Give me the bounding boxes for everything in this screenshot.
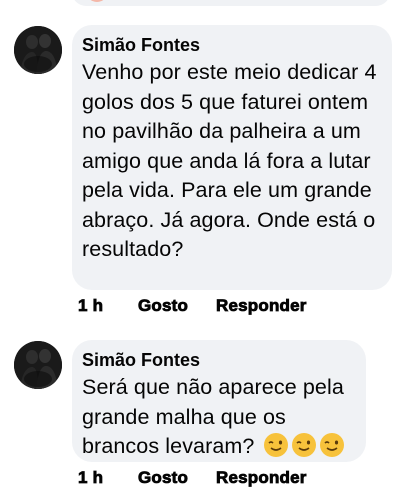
avatar[interactable]	[14, 26, 62, 74]
comment-actions: 1 h Gosto Responder	[78, 466, 307, 490]
comment-text: Será que não aparece pela grande malha q…	[82, 373, 352, 462]
winking-face-emoji-icon	[319, 433, 344, 457]
reply-button[interactable]: Responder	[216, 296, 307, 316]
comment-timestamp[interactable]: 1 h	[78, 468, 138, 488]
previous-emoji-fragment	[86, 0, 108, 2]
comment-bubble: Simão Fontes Será que não aparece pela g…	[72, 340, 366, 462]
profile-photo-icon	[14, 341, 62, 389]
comment-actions: 1 h Gosto Responder	[78, 294, 307, 318]
reply-button[interactable]: Responder	[216, 468, 307, 488]
comments-thread: Simão Fontes Venho por este meio dedicar…	[0, 0, 400, 500]
comment-timestamp[interactable]: 1 h	[78, 296, 138, 316]
winking-face-emoji-icon	[291, 433, 316, 457]
comment-text: Venho por este meio dedicar 4 golos dos …	[82, 60, 377, 261]
like-button[interactable]: Gosto	[138, 296, 216, 316]
avatar[interactable]	[14, 341, 62, 389]
winking-face-emoji-icon	[263, 433, 288, 457]
comment-bubble: Simão Fontes Venho por este meio dedicar…	[72, 25, 392, 290]
profile-photo-icon	[14, 26, 62, 74]
comment-author[interactable]: Simão Fontes	[82, 349, 352, 371]
comment-author[interactable]: Simão Fontes	[82, 34, 378, 56]
like-button[interactable]: Gosto	[138, 468, 216, 488]
previous-comment-bubble-edge	[72, 0, 390, 6]
